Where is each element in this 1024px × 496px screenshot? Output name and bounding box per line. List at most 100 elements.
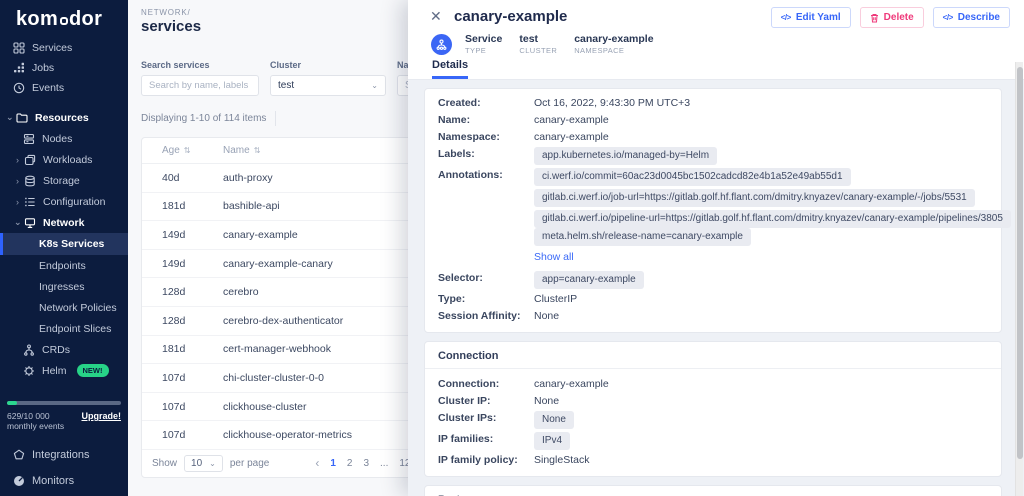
nodes-server-icon: [23, 133, 35, 145]
sidebar-item-workloads[interactable]: › Workloads: [0, 149, 128, 170]
sidebar-item-network-policies[interactable]: Network Policies: [0, 297, 128, 318]
sidebar-item-label: Monitors: [32, 475, 74, 487]
chevron-down-icon: ⌄: [371, 81, 378, 90]
sidebar-item-nodes[interactable]: Nodes: [0, 128, 128, 149]
chevron-right-icon: ›: [14, 155, 21, 165]
search-filter-label: Search services: [141, 60, 259, 70]
chevron-right-icon: ›: [14, 176, 21, 186]
resource-drawer: ✕ canary-example </>Edit Yaml Delete </>…: [408, 0, 1024, 496]
session-affinity-value: None: [534, 309, 559, 323]
column-header-age[interactable]: Age⇅: [142, 145, 223, 156]
show-all-link[interactable]: Show all: [534, 250, 574, 264]
chevron-down-icon: ⌄: [6, 112, 13, 123]
code-icon: </>: [943, 13, 953, 22]
sidebar-item-network[interactable]: ⌄ Network: [0, 212, 128, 233]
name-value: canary-example: [534, 113, 609, 127]
per-page-label: per page: [230, 458, 269, 469]
sidebar: komdor Services Jobs Events ⌄ Resources …: [0, 0, 128, 496]
upgrade-link[interactable]: Upgrade!: [81, 411, 121, 421]
code-icon: </>: [781, 13, 791, 22]
sidebar-item-ingresses[interactable]: Ingresses: [0, 276, 128, 297]
page-size-select[interactable]: 10⌄: [184, 455, 223, 472]
connection-card: Connection Connection:canary-example Clu…: [424, 341, 1002, 477]
logo-square-o-icon: [60, 17, 68, 25]
selector-chip: app=canary-example: [534, 271, 644, 289]
describe-button[interactable]: </>Describe: [933, 7, 1010, 28]
sidebar-item-label: Nodes: [42, 133, 72, 145]
annotations-label: Annotations:: [438, 168, 534, 182]
sort-icon[interactable]: ⇅: [184, 146, 191, 155]
sidebar-item-resources[interactable]: ⌄ Resources: [0, 107, 128, 128]
search-input[interactable]: [141, 75, 259, 96]
drawer-header: ✕ canary-example </>Edit Yaml Delete </>…: [408, 0, 1024, 80]
cluster-filter-label: Cluster: [270, 60, 386, 70]
displaying-count: Displaying 1-10 of 114 items: [141, 113, 266, 124]
connection-card-title: Connection: [425, 342, 1001, 369]
edit-yaml-button[interactable]: </>Edit Yaml: [771, 7, 851, 28]
page-number-2[interactable]: 2: [347, 458, 353, 469]
sidebar-item-k8s-services[interactable]: K8s Services: [0, 233, 128, 255]
page-number-3[interactable]: 3: [363, 458, 369, 469]
integrations-shield-icon: [13, 449, 25, 461]
sidebar-item-endpoint-slices[interactable]: Endpoint Slices: [0, 318, 128, 339]
events-clock-icon: [13, 82, 25, 94]
tab-details[interactable]: Details: [432, 59, 468, 79]
app-logo[interactable]: komdor: [0, 0, 128, 38]
sidebar-item-crds[interactable]: CRDs: [0, 339, 128, 360]
sidebar-item-label: Events: [32, 82, 64, 94]
delete-button[interactable]: Delete: [860, 7, 924, 28]
services-grid-icon: [13, 42, 25, 54]
ports-card-title: Ports: [425, 486, 1001, 496]
helm-wheel-icon: [23, 365, 35, 377]
search-filter: Search services: [141, 60, 259, 96]
cluster-select[interactable]: test ⌄: [270, 75, 386, 96]
drawer-scrollbar[interactable]: [1015, 62, 1023, 496]
sort-icon[interactable]: ⇅: [254, 146, 261, 155]
service-resource-icon: [431, 34, 452, 55]
cluster-ips-chip: None: [534, 411, 574, 429]
sidebar-item-configuration[interactable]: › Configuration: [0, 191, 128, 212]
sidebar-item-monitors[interactable]: Monitors: [0, 468, 128, 494]
created-label: Created:: [438, 96, 534, 110]
sidebar-item-endpoints[interactable]: Endpoints: [0, 255, 128, 276]
usage-text: 629/10 000 monthly events: [7, 411, 81, 431]
selector-label: Selector:: [438, 271, 534, 285]
sidebar-item-label: Network: [43, 217, 84, 229]
sidebar-item-storage[interactable]: › Storage: [0, 170, 128, 191]
ip-families-label: IP families:: [438, 432, 534, 446]
workloads-layers-icon: [24, 154, 36, 166]
sidebar-item-helm[interactable]: Helm NEW!: [0, 360, 128, 381]
sidebar-item-label: Endpoint Slices: [39, 323, 111, 335]
label-chip: app.kubernetes.io/managed-by=Helm: [534, 147, 717, 165]
cluster-ips-label: Cluster IPs:: [438, 411, 534, 425]
prev-page-icon[interactable]: ‹: [315, 456, 319, 470]
cluster-select-value: test: [278, 80, 294, 91]
logo-text-post: dor: [69, 8, 102, 30]
logo-text-pre: kom: [16, 8, 58, 30]
annotation-chip: meta.helm.sh/release-name=canary-example: [534, 228, 751, 246]
sidebar-item-integrations[interactable]: Integrations: [0, 442, 128, 468]
usage-meter: 629/10 000 monthly events Upgrade!: [0, 401, 128, 431]
scrollbar-thumb[interactable]: [1017, 67, 1023, 459]
session-affinity-label: Session Affinity:: [438, 309, 534, 323]
ip-family-policy-label: IP family policy:: [438, 453, 534, 467]
usage-progress-bar: [7, 401, 121, 405]
details-card: Created:Oct 16, 2022, 9:43:30 PM UTC+3 N…: [424, 88, 1002, 333]
sidebar-item-label: Endpoints: [39, 260, 86, 272]
configuration-list-icon: [24, 196, 36, 208]
sidebar-item-label: CRDs: [42, 344, 70, 356]
trash-icon: [870, 13, 879, 23]
monitors-radar-icon: [13, 475, 25, 487]
sidebar-item-label: K8s Services: [39, 238, 104, 250]
page-number-1[interactable]: 1: [330, 458, 336, 469]
sidebar-item-label: Ingresses: [39, 281, 85, 293]
sidebar-item-jobs[interactable]: Jobs: [0, 58, 128, 78]
resource-meta: Service TYPE test CLUSTER canary-example…: [431, 33, 671, 55]
page-title: services: [141, 18, 201, 35]
sidebar-item-label: Network Policies: [39, 302, 117, 314]
sidebar-item-services[interactable]: Services: [0, 38, 128, 58]
close-icon[interactable]: ✕: [430, 8, 442, 25]
sidebar-item-events[interactable]: Events: [0, 78, 128, 98]
type-label: Type:: [438, 292, 534, 306]
chevron-down-icon: ⌄: [14, 217, 21, 228]
